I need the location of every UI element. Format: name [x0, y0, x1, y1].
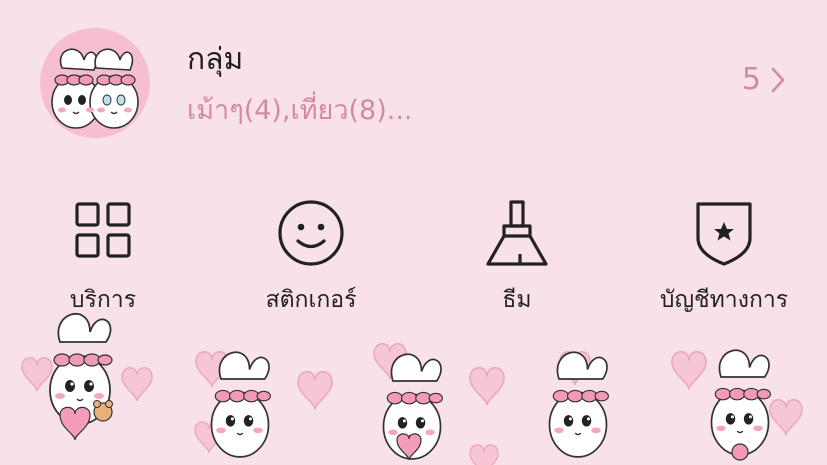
- bunny-avatar-illustration: [51, 48, 139, 129]
- group-row[interactable]: กลุ่ม เม้าๆ(4),เที่ยว(8)... 5: [0, 0, 827, 170]
- menu-item-stickers[interactable]: สติกเกอร์: [216, 190, 406, 325]
- group-title: กลุ่ม: [187, 42, 244, 77]
- group-members-preview: เม้าๆ(4),เที่ยว(8)...: [187, 95, 413, 126]
- group-avatar: [40, 28, 150, 138]
- bunny-sticker-illustration: [21, 312, 803, 465]
- chevron-right-icon: [771, 67, 785, 92]
- official-shield-icon: [696, 202, 752, 266]
- menu-item-themes[interactable]: ธีม: [422, 190, 612, 325]
- brush-icon: [486, 200, 548, 266]
- sticker-decoration-strip: [0, 310, 827, 465]
- group-count: 5: [741, 62, 761, 97]
- smiley-icon: [278, 200, 344, 266]
- menu-item-services[interactable]: บริการ: [8, 190, 198, 325]
- menu-item-official-accounts[interactable]: บัญชีทางการ: [629, 190, 819, 325]
- grid-icon: [75, 202, 131, 258]
- shortcut-menu: บริการ สติกเกอร์ ธีม บัญชีทางการ: [0, 190, 827, 325]
- group-count-link[interactable]: 5: [742, 62, 785, 97]
